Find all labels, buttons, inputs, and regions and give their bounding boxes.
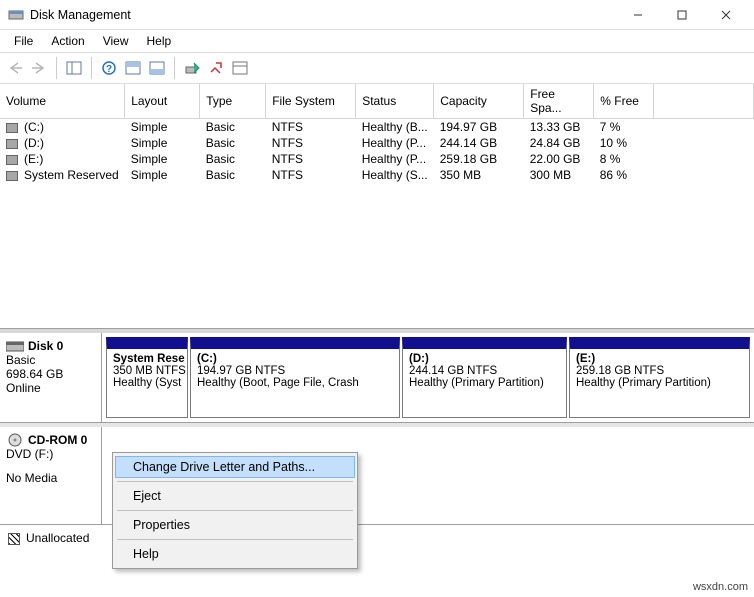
- legend-unallocated: Unallocated: [8, 531, 89, 545]
- partition[interactable]: (E:)259.18 GB NTFSHealthy (Primary Parti…: [569, 337, 750, 418]
- disk-side[interactable]: CD-ROM 0 DVD (F:) No Media: [0, 427, 102, 524]
- context-menu: Change Drive Letter and Paths... Eject P…: [112, 452, 358, 569]
- col-extra[interactable]: [654, 84, 754, 119]
- separator-icon: [117, 539, 353, 540]
- separator-icon: [91, 57, 92, 79]
- partition[interactable]: (D:)244.14 GB NTFSHealthy (Primary Parti…: [402, 337, 567, 418]
- partition[interactable]: (C:)194.97 GB NTFSHealthy (Boot, Page Fi…: [190, 337, 400, 418]
- action-button-3[interactable]: [229, 57, 251, 79]
- titlebar: Disk Management: [0, 0, 754, 30]
- help-button[interactable]: ?: [98, 57, 120, 79]
- table-row[interactable]: (D:)SimpleBasicNTFSHealthy (P...244.14 G…: [0, 135, 754, 151]
- col-type[interactable]: Type: [200, 84, 266, 119]
- disk-row[interactable]: Disk 0 Basic 698.64 GB Online System Res…: [0, 333, 754, 423]
- table-row[interactable]: System ReservedSimpleBasicNTFSHealthy (S…: [0, 167, 754, 183]
- menu-view[interactable]: View: [95, 32, 137, 50]
- menu-help[interactable]: Help: [115, 543, 355, 565]
- menu-file[interactable]: File: [6, 32, 41, 50]
- close-button[interactable]: [704, 1, 748, 29]
- table-row[interactable]: (E:)SimpleBasicNTFSHealthy (P...259.18 G…: [0, 151, 754, 167]
- minimize-button[interactable]: [616, 1, 660, 29]
- disk-icon: [6, 339, 24, 353]
- col-volume[interactable]: Volume: [0, 84, 125, 119]
- view-top-button[interactable]: [122, 57, 144, 79]
- separator-icon: [117, 481, 353, 482]
- volume-icon: [6, 123, 18, 133]
- menu-action[interactable]: Action: [43, 32, 92, 50]
- maximize-button[interactable]: [660, 1, 704, 29]
- table-row[interactable]: (C:)SimpleBasicNTFSHealthy (B...194.97 G…: [0, 119, 754, 136]
- action-button-1[interactable]: [181, 57, 203, 79]
- window-title: Disk Management: [30, 8, 616, 22]
- app-icon: [8, 7, 24, 23]
- col-layout[interactable]: Layout: [125, 84, 200, 119]
- watermark: wsxdn.com: [693, 581, 748, 593]
- cdrom-icon: [6, 433, 24, 447]
- partition[interactable]: System Rese350 MB NTFSHealthy (Syst: [106, 337, 188, 418]
- col-pct[interactable]: % Free: [594, 84, 654, 119]
- volume-icon: [6, 139, 18, 149]
- volume-list[interactable]: Volume Layout Type File System Status Ca…: [0, 84, 754, 329]
- column-headers[interactable]: Volume Layout Type File System Status Ca…: [0, 84, 754, 119]
- toolbar: ?: [0, 52, 754, 84]
- menu-change-drive-letter[interactable]: Change Drive Letter and Paths...: [115, 456, 355, 478]
- separator-icon: [174, 57, 175, 79]
- view-bottom-button[interactable]: [146, 57, 168, 79]
- menubar: File Action View Help: [0, 30, 754, 52]
- svg-text:?: ?: [106, 64, 112, 75]
- menu-properties[interactable]: Properties: [115, 514, 355, 536]
- hatch-icon: [8, 533, 20, 545]
- menu-eject[interactable]: Eject: [115, 485, 355, 507]
- col-free[interactable]: Free Spa...: [524, 84, 594, 119]
- menu-help[interactable]: Help: [139, 32, 180, 50]
- volume-icon: [6, 171, 18, 181]
- disk-side[interactable]: Disk 0 Basic 698.64 GB Online: [0, 333, 102, 422]
- separator-icon: [117, 510, 353, 511]
- action-button-2[interactable]: [205, 57, 227, 79]
- separator-icon: [56, 57, 57, 79]
- col-status[interactable]: Status: [356, 84, 434, 119]
- col-capacity[interactable]: Capacity: [434, 84, 524, 119]
- volume-icon: [6, 155, 18, 165]
- back-button[interactable]: [4, 57, 26, 79]
- col-fs[interactable]: File System: [266, 84, 356, 119]
- panel-button[interactable]: [63, 57, 85, 79]
- forward-button[interactable]: [28, 57, 50, 79]
